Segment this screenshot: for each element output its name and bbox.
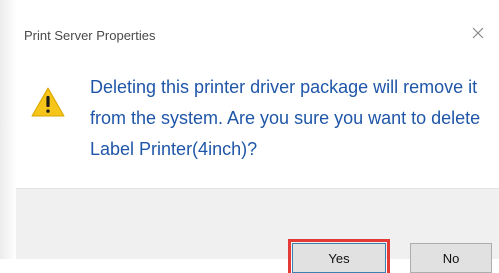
background-window-edge: [0, 0, 16, 259]
yes-button[interactable]: Yes: [288, 239, 390, 273]
confirmation-message: Deleting this printer driver package wil…: [90, 77, 481, 159]
close-button[interactable]: [467, 22, 489, 44]
no-button[interactable]: No: [410, 243, 492, 273]
confirmation-dialog: Print Server Properties Deleting this pr…: [0, 0, 499, 273]
dialog-content: Deleting this printer driver package wil…: [16, 56, 499, 188]
close-icon: [472, 27, 484, 39]
no-button-label: No: [442, 250, 460, 266]
button-bar: Yes No: [16, 188, 499, 273]
title-bar: Print Server Properties: [16, 0, 499, 56]
yes-button-label: Yes: [328, 250, 350, 266]
warning-icon: [31, 87, 65, 117]
window-title: Print Server Properties: [24, 28, 156, 43]
